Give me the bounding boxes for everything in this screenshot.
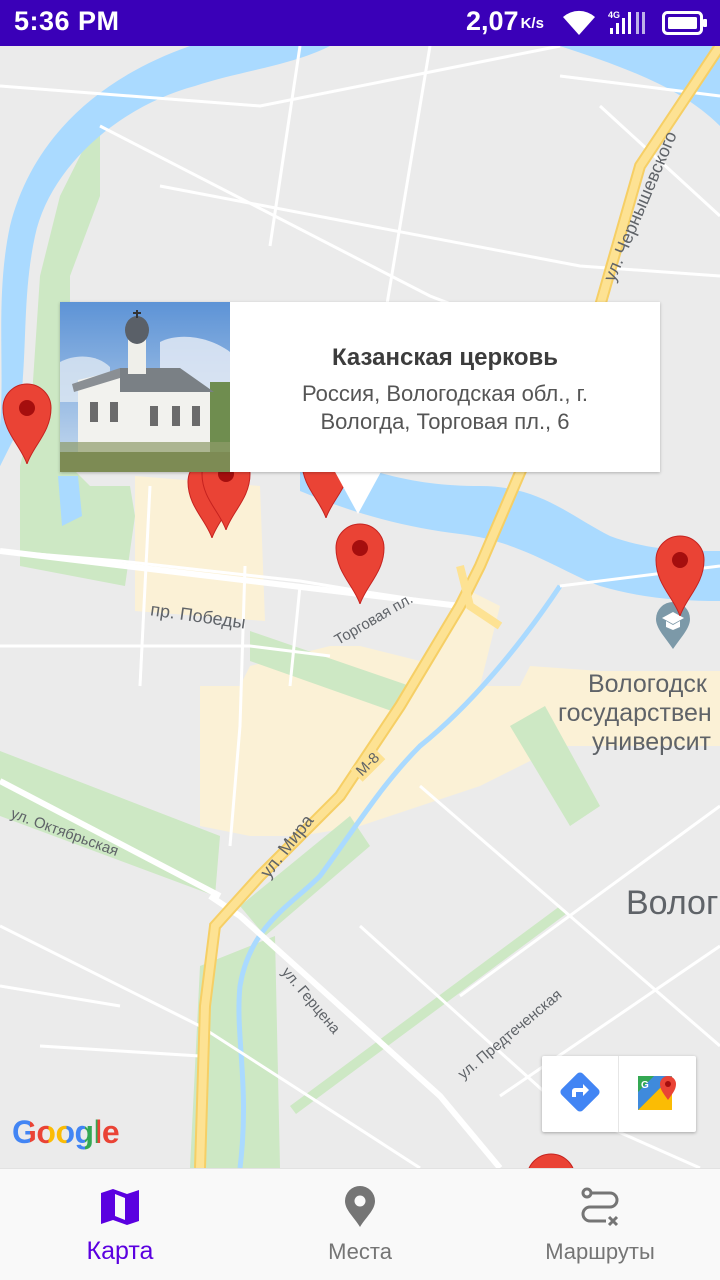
nav-tab-places[interactable]: Места	[240, 1169, 480, 1280]
church-photo	[60, 302, 230, 472]
google-logo-text: Google	[12, 1114, 120, 1150]
university-label-line1: Вологодск	[588, 670, 707, 698]
map-marker[interactable]	[654, 534, 706, 616]
svg-text:G: G	[641, 1080, 649, 1091]
nav-label-places: Места	[328, 1239, 392, 1264]
cellular-signal-icon: 4G	[606, 8, 654, 41]
university-label-line3: университ	[592, 728, 711, 756]
university-label: Вологодск государствен университ	[558, 670, 712, 757]
info-window-address: Россия, Вологодская обл., г. Вологда, То…	[301, 381, 589, 434]
map-canvas	[0, 46, 720, 1168]
network-type-label: 4G	[608, 10, 620, 20]
open-google-maps-button[interactable]: G	[619, 1056, 696, 1132]
bottom-navigation: Карта Места Маршруты	[0, 1168, 720, 1280]
university-label-line2: государствен	[558, 699, 712, 727]
info-window[interactable]: Казанская церковь Россия, Вологодская об…	[60, 302, 660, 472]
nav-label-routes: Маршруты	[545, 1239, 655, 1264]
directions-icon	[559, 1071, 601, 1118]
status-bar: 5:36 PM 2,07 K/s 4G	[0, 0, 720, 46]
info-window-pointer	[334, 470, 382, 514]
google-maps-icon: G	[636, 1070, 680, 1119]
city-label: Волог	[626, 884, 719, 922]
route-icon	[480, 1185, 720, 1229]
directions-button[interactable]	[542, 1056, 619, 1132]
network-speed-value: 2,07	[466, 6, 519, 36]
map-marker[interactable]	[1, 382, 53, 464]
map-icon	[0, 1185, 240, 1229]
selected-map-marker[interactable]	[334, 522, 386, 604]
place-icon	[240, 1185, 480, 1229]
nav-tab-map[interactable]: Карта	[0, 1169, 240, 1280]
map-view[interactable]: ул. Чернышевского пр. Победы Торговая пл…	[0, 46, 720, 1168]
status-time: 5:36 PM	[14, 6, 120, 36]
nav-label-map: Карта	[86, 1237, 154, 1265]
map-marker[interactable]	[525, 1152, 577, 1168]
google-logo: Google	[12, 1114, 120, 1151]
network-speed-unit: K/s	[520, 15, 544, 32]
wifi-icon	[562, 9, 596, 42]
network-speed: 2,07 K/s	[466, 6, 544, 37]
battery-icon	[662, 11, 708, 40]
map-toolbar: G	[542, 1056, 696, 1132]
nav-tab-routes[interactable]: Маршруты	[480, 1169, 720, 1280]
info-window-title: Казанская церковь	[331, 344, 559, 371]
